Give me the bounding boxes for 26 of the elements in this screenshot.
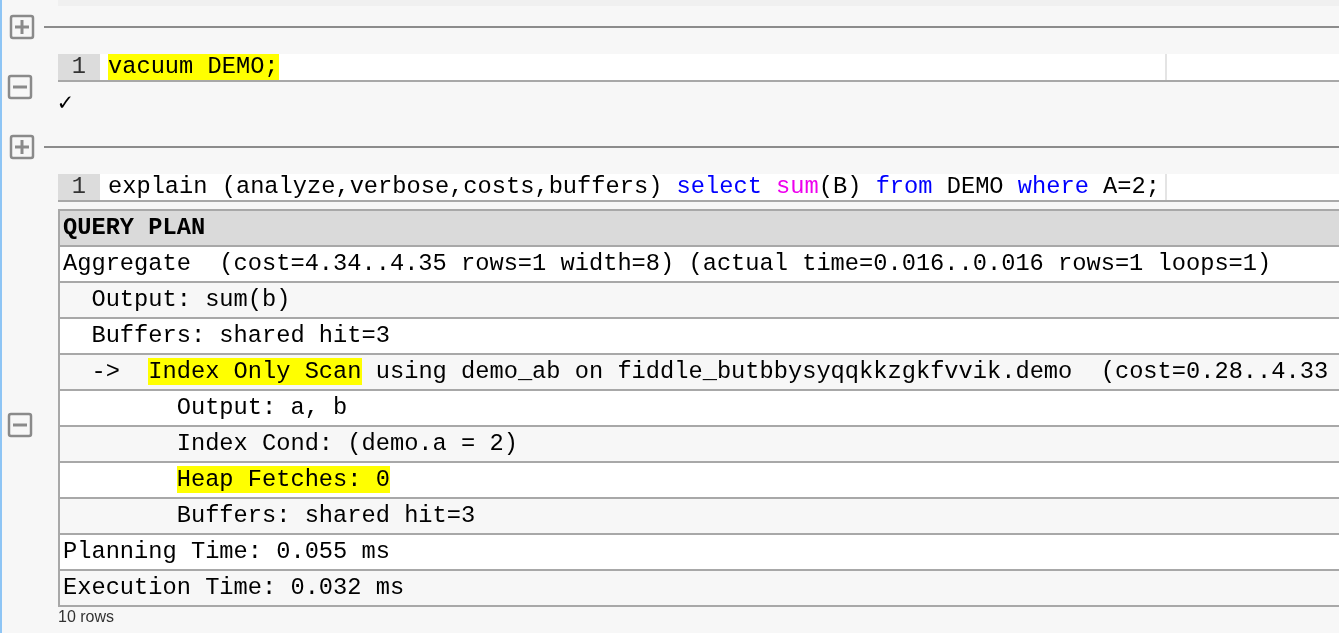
table-cell: Heap Fetches: 0 xyxy=(60,463,1339,499)
minus-square-icon[interactable] xyxy=(7,74,33,100)
code-token: explain (analyze,verbose,costs,buffers) xyxy=(108,174,664,200)
plus-square-icon[interactable] xyxy=(9,134,35,160)
table-cell: Buffers: shared hit=3 xyxy=(60,319,1339,355)
code-token: from xyxy=(875,174,933,200)
code-token: (B) xyxy=(818,174,863,200)
plus-square-icon[interactable] xyxy=(9,14,35,40)
table-cell: Aggregate (cost=4.34..4.35 rows=1 width=8) (actual time=0.016..0.016 rows=1 loops=1) xyxy=(60,247,1339,283)
row-count: 10 rows xyxy=(58,608,116,626)
line-number: 1 xyxy=(58,54,100,80)
code-token: where xyxy=(1017,174,1089,200)
success-check: ✓ xyxy=(58,89,73,119)
code-editor[interactable]: 1 vacuum DEMO; xyxy=(58,54,1339,82)
code-token: vacuum DEMO; xyxy=(108,54,279,80)
code-token: sum xyxy=(776,174,819,200)
code-token: A=2; xyxy=(1102,174,1160,200)
minus-square-icon[interactable] xyxy=(7,412,33,438)
code-token: DEMO xyxy=(945,174,1005,200)
line-number: 1 xyxy=(58,174,100,200)
table-cell: Output: a, b xyxy=(60,391,1339,427)
table-cell: -> Index Only Scan using demo_ab on fiddle_butbbysyqqkkzgkfvvik.demo (cost=0.28..4.33 xyxy=(60,355,1339,391)
code-token: select xyxy=(676,174,763,200)
table-cell: Planning Time: 0.055 ms xyxy=(60,535,1339,571)
code-editor[interactable]: 1 explain (analyze,verbose,costs,buffers) select sum(B) from DEMO where A=2; xyxy=(58,174,1339,202)
column-header: QUERY PLAN xyxy=(60,211,1339,247)
